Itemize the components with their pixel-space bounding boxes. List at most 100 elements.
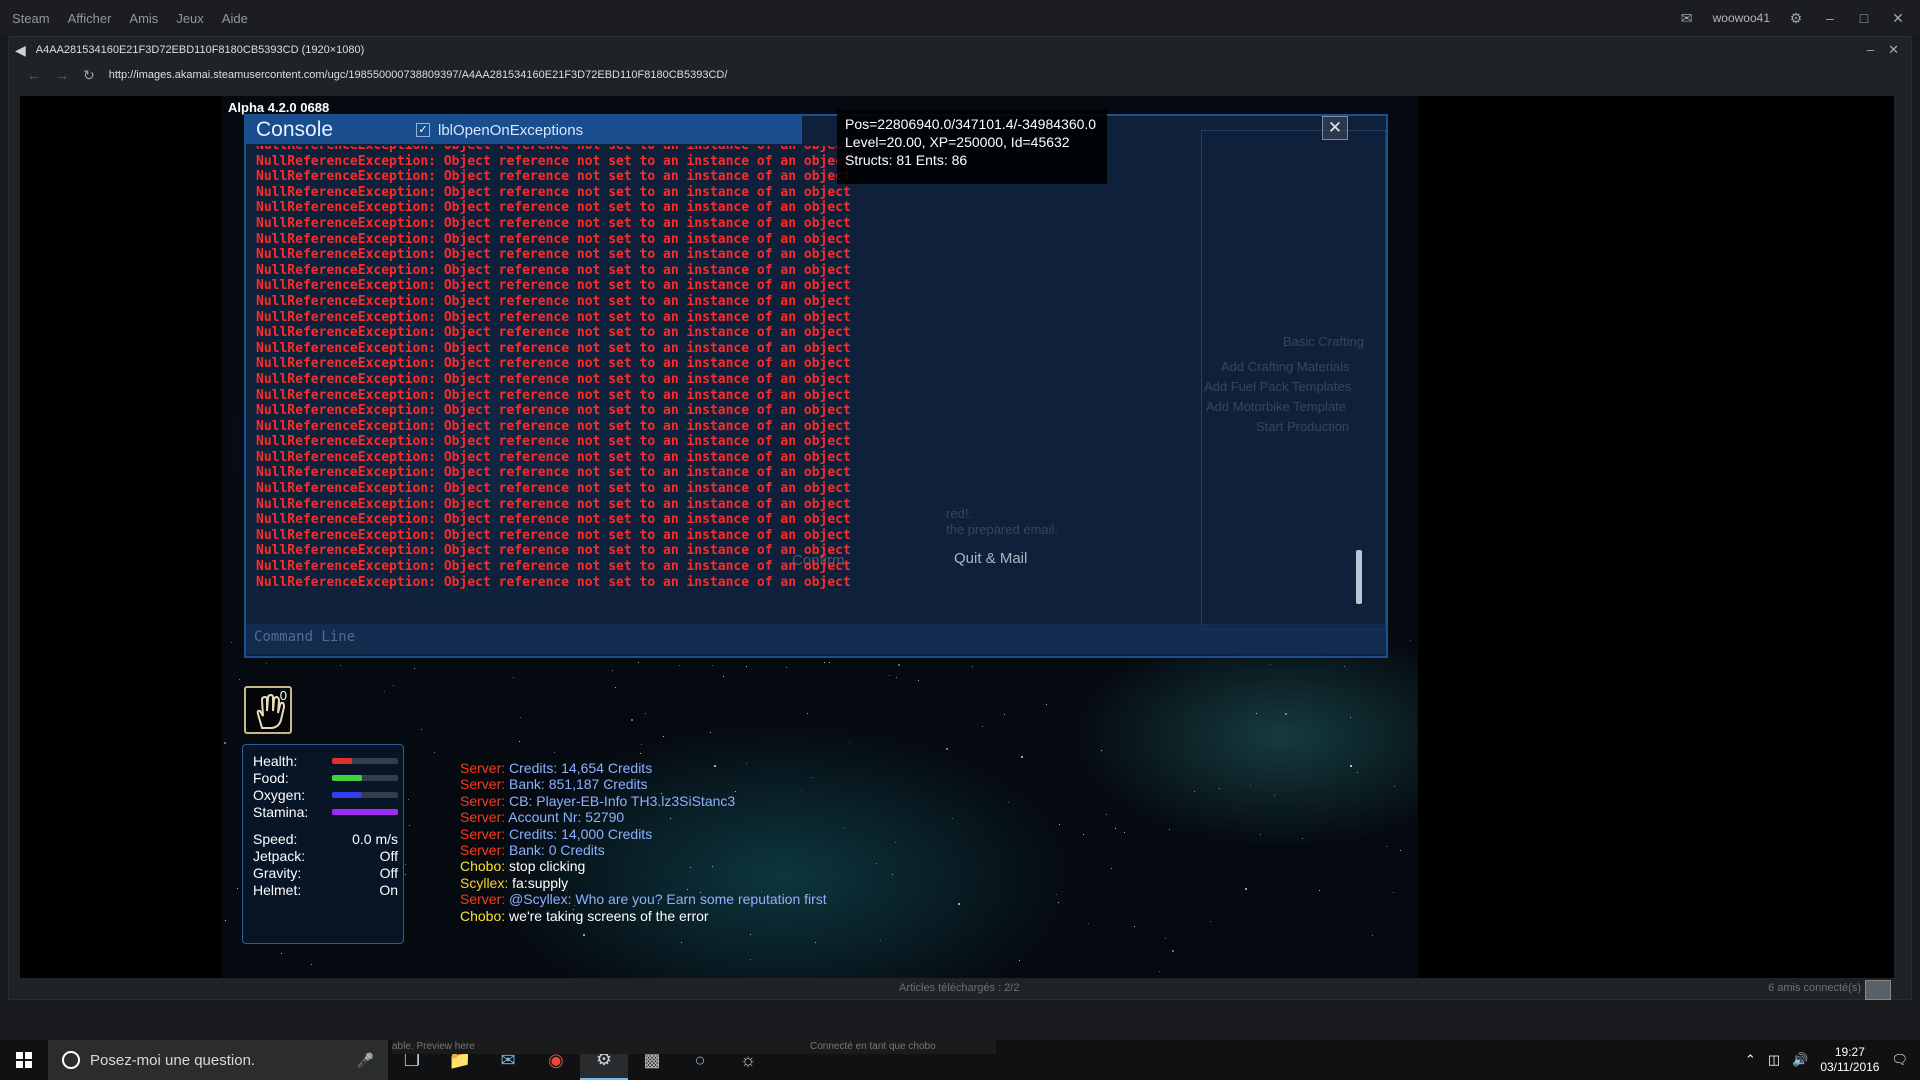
- chat-sender: Server:: [460, 760, 506, 776]
- chat-text: Bank: 851,187 Credits: [509, 776, 648, 793]
- star: [876, 863, 877, 864]
- exception-line: NullReferenceException: Object reference…: [256, 356, 851, 372]
- chat-message: Server: Bank: 851,187 Credits: [460, 776, 827, 792]
- close-icon[interactable]: ✕: [1890, 10, 1906, 27]
- star: [1046, 704, 1047, 705]
- console-scrollbar[interactable]: [1356, 550, 1362, 604]
- star: [393, 685, 394, 686]
- collapse-arrow-icon[interactable]: ◀: [15, 42, 26, 59]
- start-button[interactable]: [0, 1040, 48, 1080]
- oxygen-row: Oxygen:: [253, 787, 398, 803]
- star: [982, 726, 983, 727]
- star: [1021, 756, 1023, 758]
- command-line-input[interactable]: Command Line: [254, 629, 355, 645]
- menu-steam[interactable]: Steam: [12, 11, 50, 26]
- star: [519, 741, 520, 742]
- notification-icon[interactable]: ✉: [1679, 10, 1695, 27]
- quit-mail-button[interactable]: Quit & Mail: [954, 550, 1027, 567]
- command-bar: Command Line: [246, 624, 1386, 654]
- console-header: Console ✓ lblOpenOnExceptions: [246, 116, 802, 144]
- chat-text: CB: Player-EB-Info TH3.lz3SiStanc3: [509, 792, 736, 809]
- star: [583, 934, 585, 936]
- controller-icon[interactable]: ⚙: [1788, 10, 1804, 27]
- star: [786, 667, 787, 668]
- star: [952, 818, 953, 819]
- menu-amis[interactable]: Amis: [129, 11, 158, 26]
- star: [1270, 664, 1271, 665]
- maximize-icon[interactable]: □: [1856, 10, 1872, 26]
- menu-aide[interactable]: Aide: [222, 11, 248, 26]
- exception-line: NullReferenceException: Object reference…: [256, 153, 851, 169]
- browser-minimize-icon[interactable]: –: [1867, 42, 1874, 58]
- tooltip-left: able. Preview here: [392, 1041, 475, 1052]
- star: [723, 676, 724, 677]
- star: [1111, 868, 1112, 869]
- downloads-status[interactable]: Articles téléchargés : 2/2: [899, 982, 1019, 994]
- url-field[interactable]: http://images.akamai.steamusercontent.co…: [109, 69, 728, 81]
- network-icon[interactable]: ◫: [1768, 1052, 1780, 1068]
- menu-afficher[interactable]: Afficher: [68, 11, 112, 26]
- console-panel: Console ✓ lblOpenOnExceptions Basic Craf…: [244, 114, 1388, 658]
- chat-sender: Scyllex:: [460, 874, 509, 891]
- star: [972, 666, 973, 667]
- exception-line: NullReferenceException: Object reference…: [256, 418, 851, 434]
- hotbar-slot[interactable]: 0: [244, 686, 292, 734]
- friend-avatar[interactable]: [1865, 980, 1891, 1000]
- star: [807, 713, 808, 714]
- star: [1165, 938, 1166, 939]
- exception-line: NullReferenceException: Object reference…: [256, 465, 851, 481]
- exception-line: NullReferenceException: Object reference…: [256, 309, 851, 325]
- exception-line: NullReferenceException: Object reference…: [256, 449, 851, 465]
- crafting-title: Basic Crafting: [1283, 334, 1364, 349]
- minimize-icon[interactable]: –: [1822, 10, 1838, 26]
- jetpack-row: Jetpack: Off: [253, 848, 398, 864]
- browser-title-bar: ◀ A4AA281534160E21F3D72EBD110F8180CB5393…: [9, 37, 1911, 63]
- volume-icon[interactable]: 🔊: [1792, 1052, 1808, 1068]
- cortana-search[interactable]: Posez-moi une question. 🎤: [48, 1040, 388, 1080]
- clock[interactable]: 19:27 03/11/2016: [1820, 1045, 1879, 1075]
- chat-log: Server: Credits: 14,654 Credits Server: B…: [460, 760, 827, 924]
- star: [1194, 791, 1195, 792]
- star: [663, 736, 664, 737]
- exception-line: NullReferenceException: Object reference…: [256, 340, 851, 356]
- exception-line: NullReferenceException: Object reference…: [256, 200, 851, 216]
- star: [1350, 765, 1352, 767]
- reload-icon[interactable]: ↻: [83, 67, 95, 84]
- open-on-exceptions-checkbox[interactable]: ✓: [416, 123, 430, 137]
- back-arrow-icon[interactable]: ←: [27, 67, 41, 83]
- microphone-icon[interactable]: 🎤: [357, 1052, 374, 1069]
- chat-message: Server: Credits: 14,000 Credits: [460, 826, 827, 842]
- action-center-icon[interactable]: 🗨: [1891, 1052, 1908, 1068]
- star: [405, 864, 406, 865]
- star: [1083, 834, 1084, 835]
- star: [946, 748, 948, 750]
- star: [824, 662, 825, 663]
- windows-taskbar: Posez-moi une question. 🎤 ❐ 📁 ✉ ◉ ⚙ ▩ ○ …: [0, 1040, 1920, 1080]
- star: [1124, 832, 1125, 833]
- browser-footer: Articles téléchargés : 2/2 6 amis connec…: [9, 978, 1911, 1000]
- star: [1106, 814, 1107, 815]
- forward-arrow-icon[interactable]: →: [55, 67, 69, 83]
- star: [641, 744, 642, 745]
- speed-row: Speed: 0.0 m/s: [253, 831, 398, 847]
- position-line: Pos=22806940.0/347101.4/-34984360.0: [845, 116, 1097, 132]
- star: [384, 691, 385, 692]
- exception-line: NullReferenceException: Object reference…: [256, 543, 851, 559]
- star: [710, 732, 711, 733]
- jetpack-label: Jetpack:: [253, 848, 306, 864]
- menu-jeux[interactable]: Jeux: [176, 11, 203, 26]
- star: [1019, 960, 1020, 961]
- star: [849, 742, 850, 743]
- chat-sender: Server:: [460, 891, 506, 908]
- username[interactable]: woowoo41: [1713, 11, 1770, 25]
- tray-expand-icon[interactable]: ⌃: [1745, 1052, 1756, 1068]
- panel-close-button[interactable]: ✕: [1322, 116, 1348, 140]
- food-row: Food:: [253, 770, 398, 786]
- console-log: NullReferenceException: Object reference…: [256, 146, 876, 601]
- browser-close-icon[interactable]: ✕: [1888, 42, 1899, 58]
- food-bar: [332, 775, 398, 781]
- exception-line: NullReferenceException: Object reference…: [256, 434, 851, 450]
- chat-message: Server: @Scyllex: Who are you? Earn some…: [460, 891, 827, 907]
- friends-online[interactable]: 6 amis connecté(s): [1768, 982, 1861, 994]
- chat-sender: Chobo:: [460, 858, 506, 875]
